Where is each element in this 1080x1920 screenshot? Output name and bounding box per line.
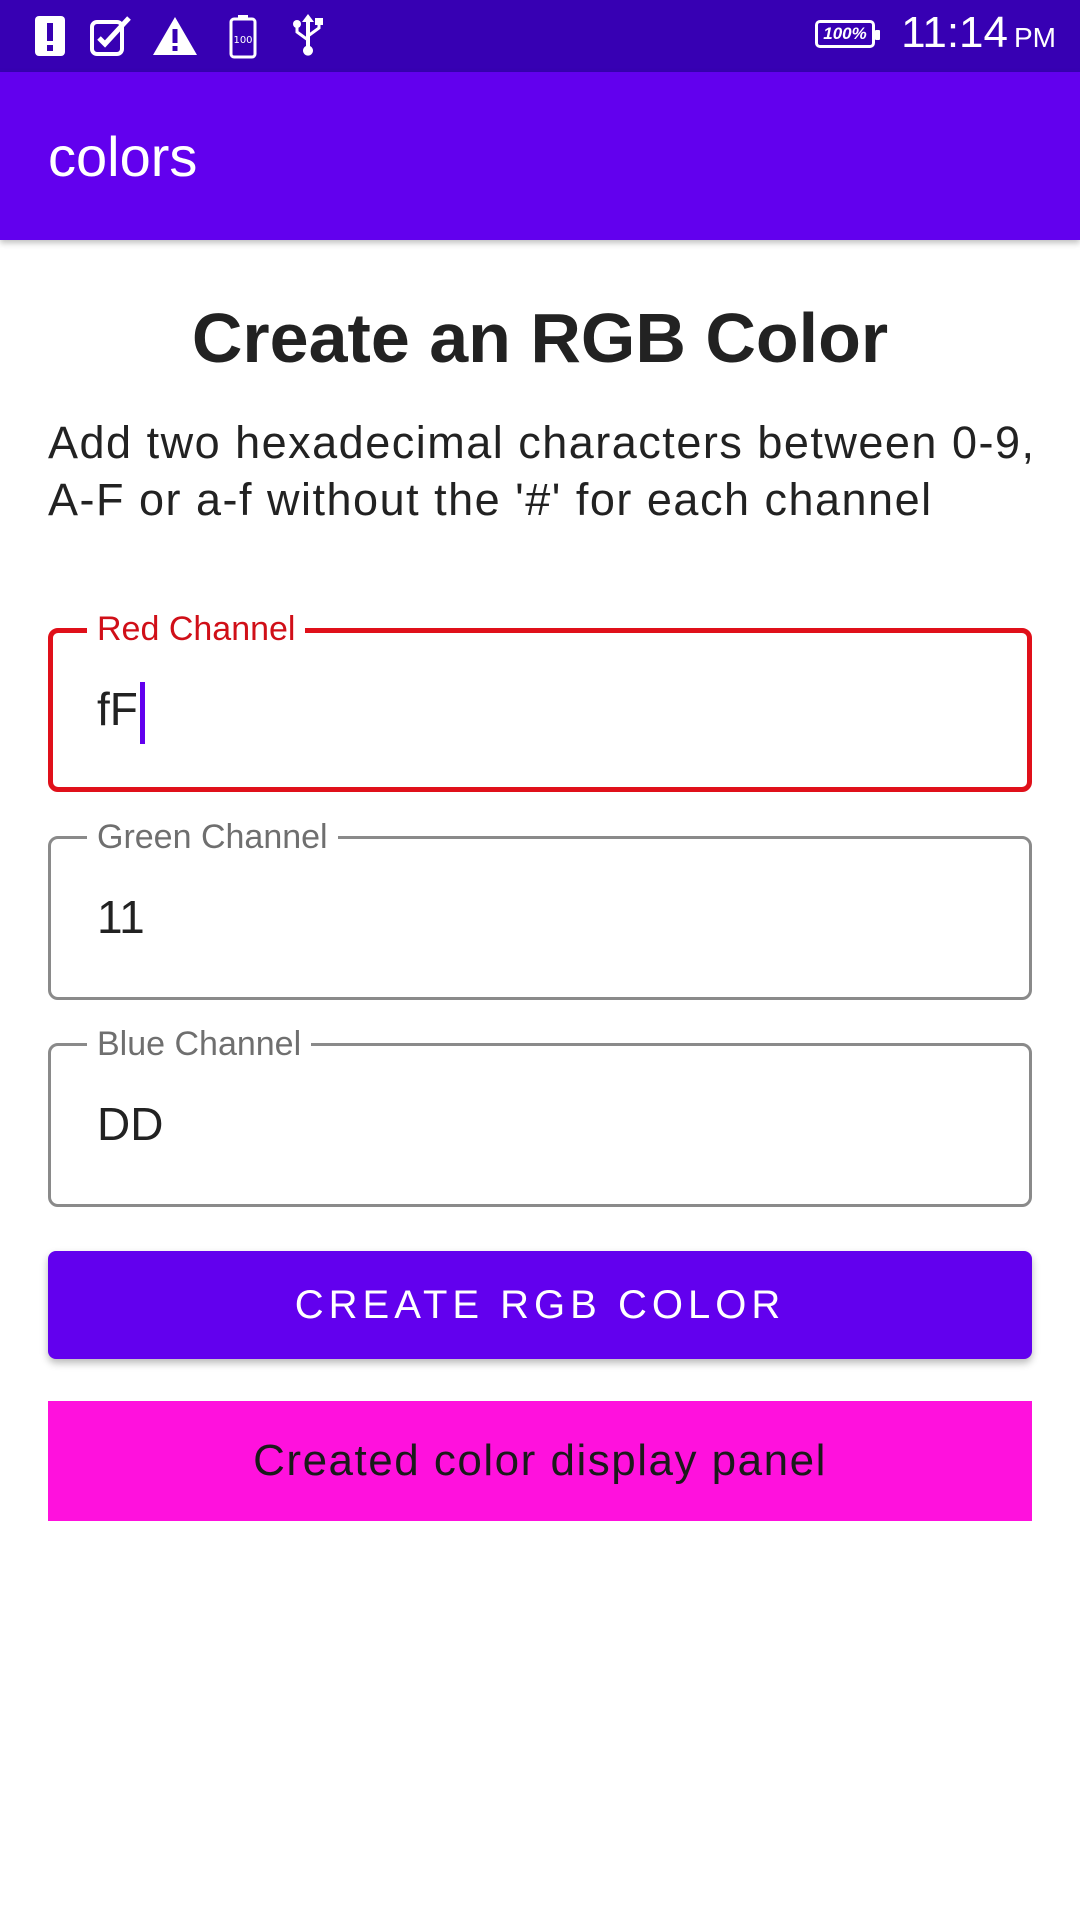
green-channel-label: Green Channel xyxy=(87,817,338,857)
page-heading: Create an RGB Color xyxy=(191,299,889,377)
red-channel-label: Red Channel xyxy=(87,609,306,649)
checklist-icon xyxy=(86,10,134,62)
svg-text:100: 100 xyxy=(233,35,252,46)
battery-100-small-icon: 100 xyxy=(226,10,260,62)
blue-channel-input[interactable]: DD xyxy=(97,1094,163,1154)
red-channel-input[interactable]: fF xyxy=(97,679,145,744)
create-rgb-color-button[interactable]: CREATE RGB COLOR xyxy=(48,1251,1032,1359)
red-channel-field[interactable]: Red Channel fF xyxy=(48,609,1032,792)
battery-percent: 100% xyxy=(823,24,867,43)
status-bar: 100 100% 11:14 PM xyxy=(0,0,1080,72)
green-channel-input[interactable]: 11 xyxy=(97,887,145,947)
clock-time: 11:14 xyxy=(901,8,1008,57)
status-clock: 11:14 PM xyxy=(901,8,1056,64)
clock-ampm: PM xyxy=(1014,22,1056,53)
blue-channel-field[interactable]: Blue Channel DD xyxy=(48,1024,1032,1207)
instructions-text: Add two hexadecimal characters between 0… xyxy=(48,417,1036,525)
warning-icon xyxy=(150,10,200,62)
green-channel-field[interactable]: Green Channel 11 xyxy=(48,817,1032,1000)
usb-icon xyxy=(288,10,328,62)
blue-channel-label: Blue Channel xyxy=(87,1024,312,1064)
app-title: colors xyxy=(48,125,198,188)
alert-notification-icon xyxy=(30,10,70,62)
text-cursor xyxy=(139,681,145,744)
app-bar: colors xyxy=(0,72,1080,240)
battery-indicator: 100% xyxy=(815,20,880,48)
color-display-panel-text: Created color display panel xyxy=(253,1436,827,1485)
red-channel-value: fF xyxy=(97,683,138,735)
color-display-panel: Created color display panel xyxy=(48,1401,1032,1521)
